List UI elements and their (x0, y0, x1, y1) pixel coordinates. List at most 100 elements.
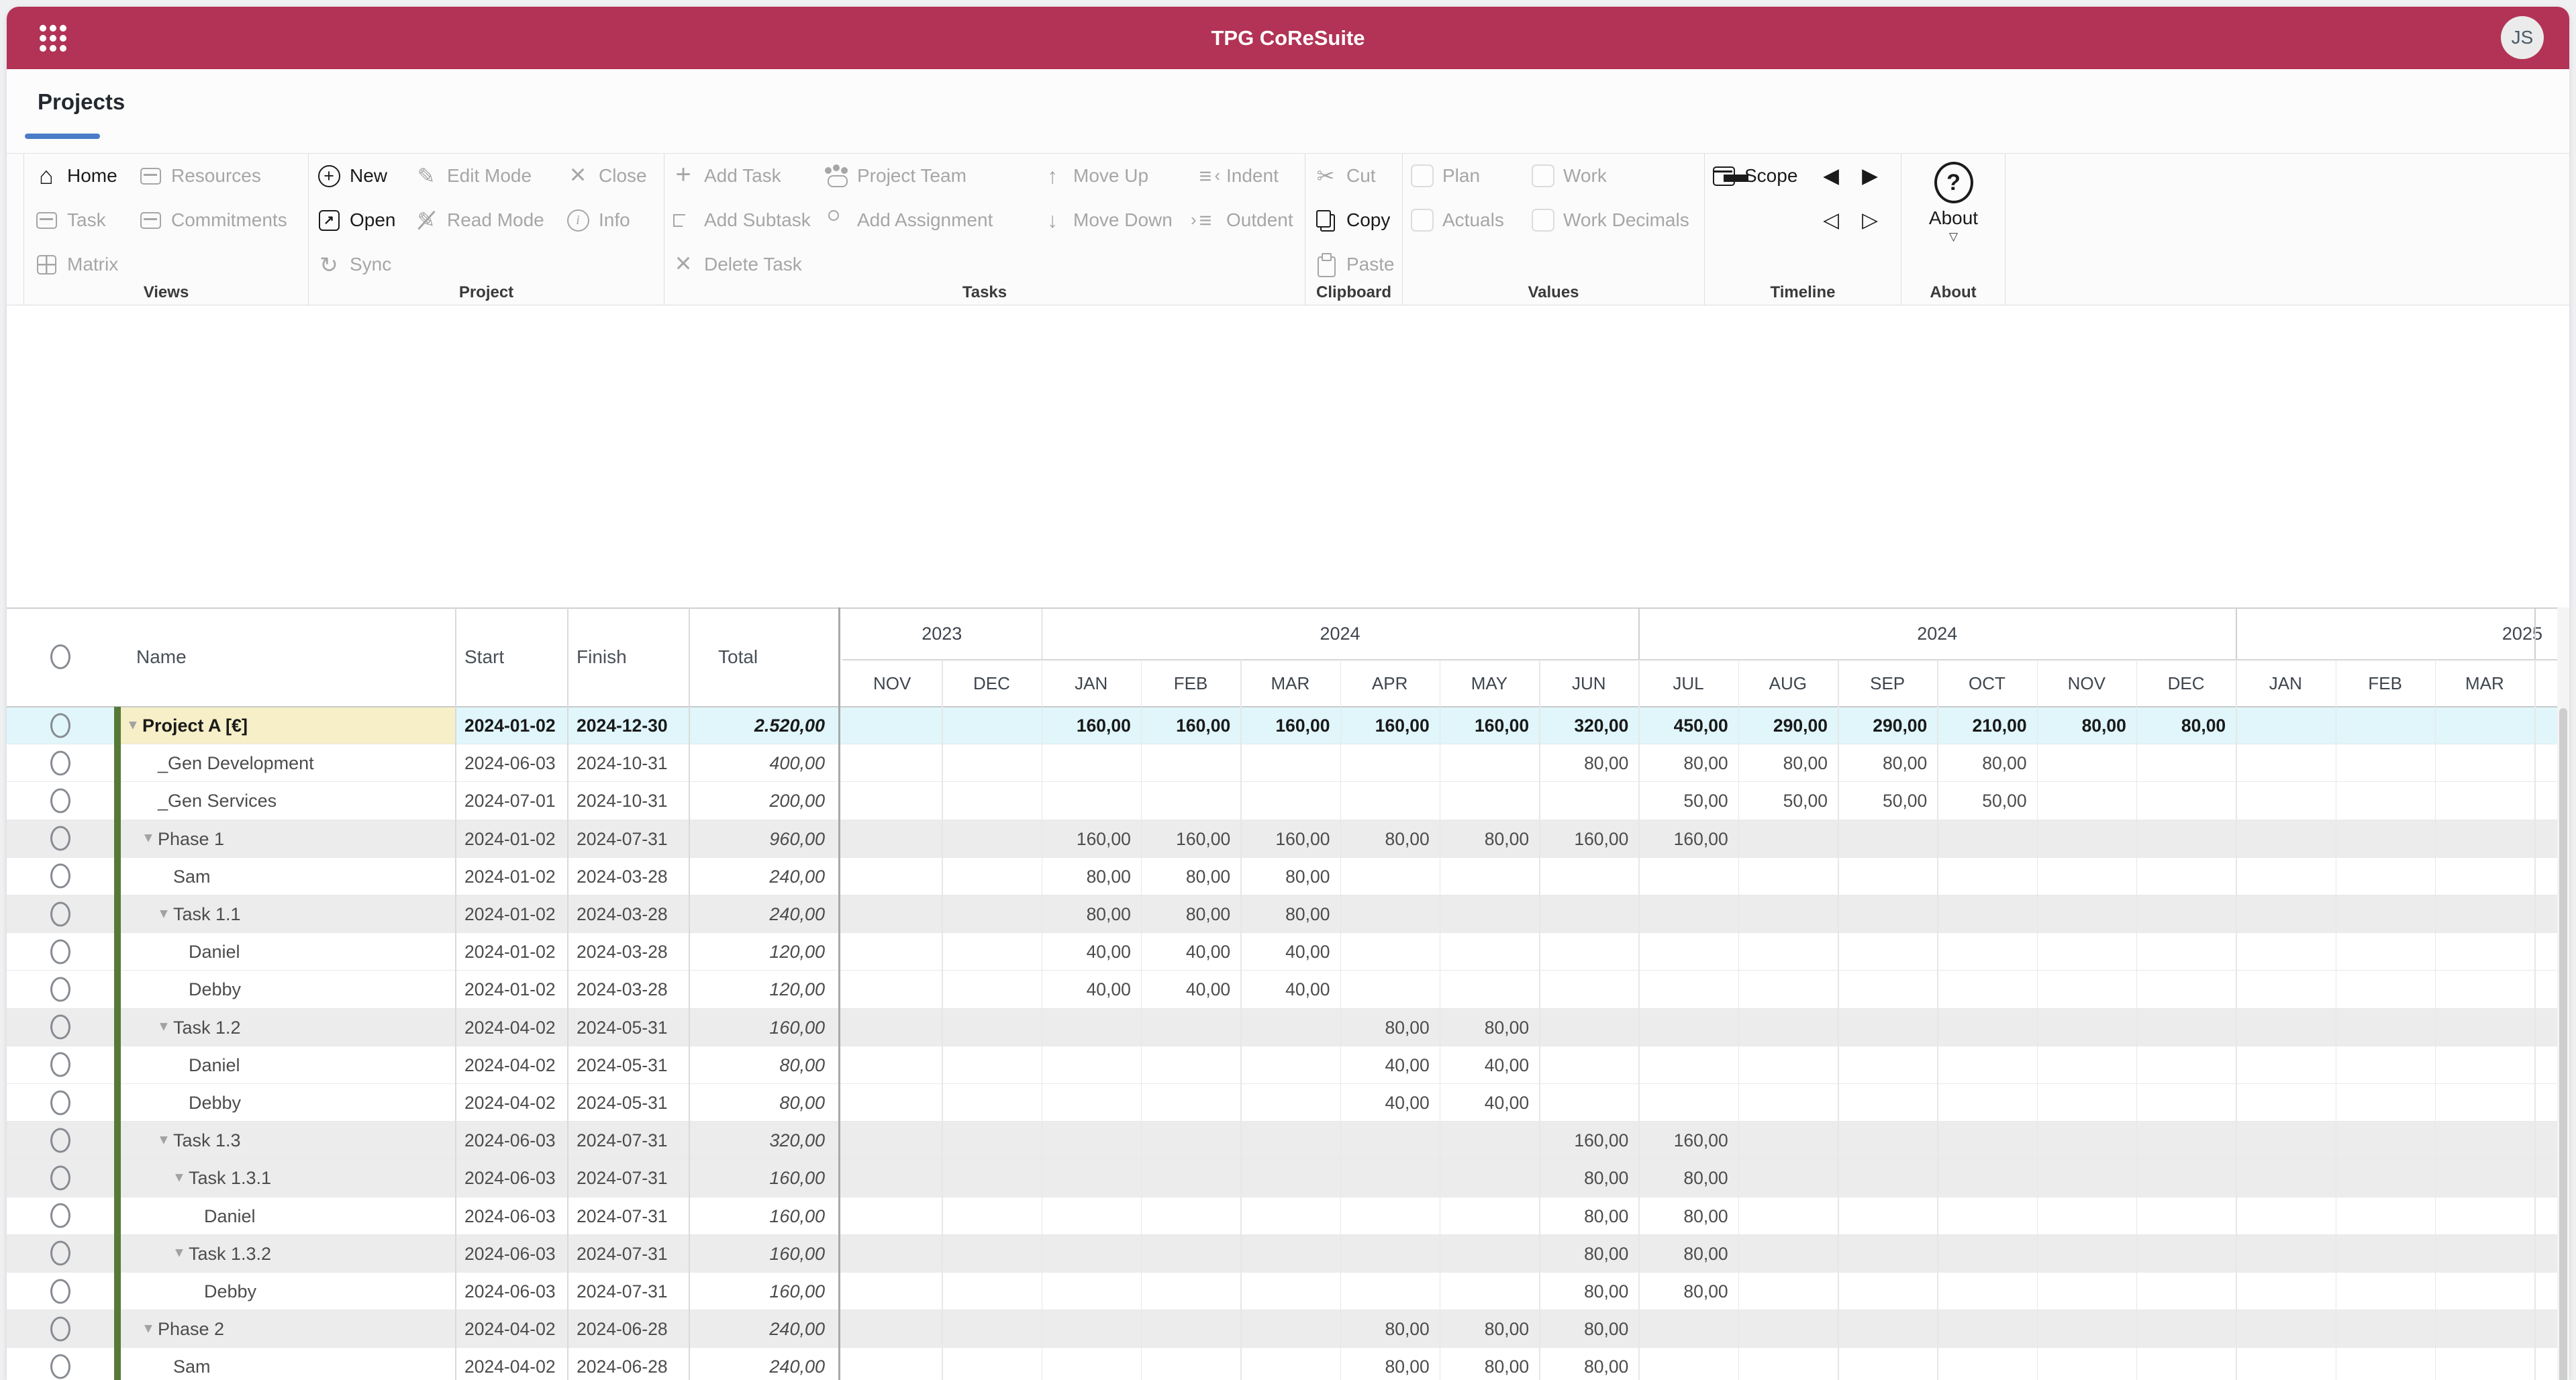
resources-view-button[interactable]: Resources (138, 154, 287, 198)
row-select-radio[interactable] (50, 1015, 70, 1040)
sync-project-button[interactable]: Sync (317, 242, 409, 287)
table-row[interactable]: Debby2024-04-022024-05-3180,0040,0040,00 (7, 1084, 2557, 1122)
collapse-toggle-icon[interactable]: ▼ (172, 1246, 186, 1261)
row-select-radio[interactable] (50, 750, 70, 775)
table-row[interactable]: _Gen Development2024-06-032024-10-31400,… (7, 744, 2557, 782)
row-select-radio[interactable] (50, 713, 70, 738)
add-assignment-button[interactable]: Add Assignment (824, 198, 1034, 242)
work-checkbox-item[interactable]: Work (1532, 154, 1689, 198)
select-all-radio[interactable] (50, 644, 70, 669)
move-up-button[interactable]: Move Up (1040, 154, 1187, 198)
commitments-view-button[interactable]: Commitments (138, 198, 287, 242)
table-row[interactable]: Debby2024-06-032024-07-31160,0080,0080,0… (7, 1273, 2557, 1310)
table-row[interactable]: _Gen Services2024-07-012024-10-31200,005… (7, 782, 2557, 820)
project-info-button[interactable]: Info (566, 198, 647, 242)
column-header-start[interactable]: Start (464, 607, 504, 707)
new-project-button[interactable]: New (317, 154, 409, 198)
pane-splitter[interactable] (838, 607, 840, 1380)
vertical-scrollbar-thumb[interactable] (2559, 708, 2567, 1380)
row-select-radio[interactable] (50, 1354, 70, 1379)
table-row[interactable]: Daniel2024-01-022024-03-28120,0040,0040,… (7, 933, 2557, 971)
column-header-total[interactable]: Total (718, 607, 758, 707)
edit-mode-button[interactable]: Edit Mode (414, 154, 561, 198)
table-row[interactable]: Sam2024-04-022024-06-28240,0080,0080,008… (7, 1348, 2557, 1380)
table-row[interactable]: ▼Task 1.22024-04-022024-05-31160,0080,00… (7, 1009, 2557, 1046)
work-checkbox[interactable] (1532, 164, 1554, 187)
project-team-button[interactable]: Project Team (824, 154, 1034, 198)
scope-button[interactable]: Scope (1712, 154, 1819, 198)
task-name: _Gen Development (158, 744, 314, 781)
row-select-radio[interactable] (50, 901, 70, 926)
column-header-name[interactable]: Name (136, 607, 187, 707)
row-select-radio[interactable] (50, 864, 70, 889)
timeline-step-left-button[interactable] (1819, 198, 1858, 242)
actuals-checkbox-item[interactable]: Actuals (1411, 198, 1532, 242)
home-button[interactable]: Home (34, 154, 138, 198)
row-select-radio[interactable] (50, 977, 70, 1001)
row-select-radio[interactable] (50, 1052, 70, 1077)
row-select-radio[interactable] (50, 1316, 70, 1341)
collapse-toggle-icon[interactable]: ▼ (157, 1132, 170, 1148)
table-row[interactable]: Debby2024-01-022024-03-28120,0040,0040,0… (7, 971, 2557, 1008)
row-select-radio[interactable] (50, 1090, 70, 1115)
paste-button[interactable]: Paste (1314, 242, 1395, 287)
collapse-toggle-icon[interactable]: ▼ (142, 1321, 155, 1336)
work-decimals-checkbox-item[interactable]: Work Decimals (1532, 198, 1689, 242)
read-mode-button[interactable]: Read Mode (414, 198, 561, 242)
row-select-radio[interactable] (50, 1279, 70, 1303)
plan-checkbox[interactable] (1411, 164, 1434, 187)
about-button[interactable]: About▽ (1901, 154, 2005, 244)
cut-button[interactable]: Cut (1314, 154, 1395, 198)
table-row[interactable]: ▼Phase 12024-01-022024-07-31960,00160,00… (7, 820, 2557, 858)
row-select-radio[interactable] (50, 1165, 70, 1190)
collapse-toggle-icon[interactable]: ▼ (157, 1020, 170, 1035)
actuals-checkbox[interactable] (1411, 209, 1434, 232)
close-project-button[interactable]: Close (566, 154, 647, 198)
table-row[interactable]: ▼Task 1.12024-01-022024-03-28240,0080,00… (7, 895, 2557, 933)
row-select-radio[interactable] (50, 788, 70, 813)
table-row[interactable]: ▼Task 1.32024-06-032024-07-31320,00160,0… (7, 1122, 2557, 1159)
vertical-scrollbar[interactable] (2557, 607, 2569, 1380)
collapse-toggle-icon[interactable]: ▼ (126, 718, 140, 733)
tab-projects[interactable]: Projects (38, 89, 125, 115)
row-select-radio[interactable] (50, 1203, 70, 1228)
copy-button[interactable]: Copy (1314, 198, 1395, 242)
table-row[interactable]: Daniel2024-06-032024-07-31160,0080,0080,… (7, 1197, 2557, 1235)
indent-button[interactable]: Indent (1193, 154, 1293, 198)
work-decimals-checkbox[interactable] (1532, 209, 1554, 232)
assign-icon (824, 208, 848, 232)
finish-date: 2024-03-28 (577, 858, 668, 895)
total-value: 80,00 (689, 1084, 825, 1121)
column-header-finish[interactable]: Finish (577, 607, 627, 707)
row-select-radio[interactable] (50, 939, 70, 964)
row-select-radio[interactable] (50, 1241, 70, 1266)
grid-line (1240, 660, 1242, 1380)
table-row[interactable]: ▼Task 1.3.22024-06-032024-07-31160,0080,… (7, 1235, 2557, 1273)
plan-checkbox-item[interactable]: Plan (1411, 154, 1532, 198)
month-value: 160,00 (1638, 820, 1728, 857)
task-view-button[interactable]: Task (34, 198, 138, 242)
collapse-toggle-icon[interactable]: ▼ (157, 906, 170, 922)
delete-task-button[interactable]: Delete Task (671, 242, 818, 287)
timeline-step-right-button[interactable] (1858, 198, 1897, 242)
table-row[interactable]: ▼Project A [€]2024-01-022024-12-302.520,… (7, 707, 2557, 744)
table-row[interactable]: ▼Task 1.3.12024-06-032024-07-31160,0080,… (7, 1159, 2557, 1197)
table-row[interactable]: Daniel2024-04-022024-05-3180,0040,0040,0… (7, 1046, 2557, 1084)
row-select-radio[interactable] (50, 826, 70, 851)
scope-label: Scope (1744, 165, 1797, 187)
collapse-toggle-icon[interactable]: ▼ (142, 831, 155, 846)
timeline-page-left-button[interactable] (1819, 154, 1858, 198)
add-task-button[interactable]: Add Task (671, 154, 818, 198)
task-name: Debby (204, 1273, 256, 1310)
row-select-radio[interactable] (50, 1128, 70, 1152)
matrix-view-button[interactable]: Matrix (34, 242, 138, 287)
add-subtask-button[interactable]: Add Subtask (671, 198, 818, 242)
table-row[interactable]: Sam2024-01-022024-03-28240,0080,0080,008… (7, 858, 2557, 895)
avatar[interactable]: JS (2501, 16, 2544, 59)
timeline-page-right-button[interactable] (1858, 154, 1897, 198)
table-row[interactable]: ▼Phase 22024-04-022024-06-28240,0080,008… (7, 1310, 2557, 1348)
open-project-button[interactable]: Open (317, 198, 409, 242)
collapse-toggle-icon[interactable]: ▼ (172, 1170, 186, 1185)
outdent-button[interactable]: Outdent (1193, 198, 1293, 242)
move-down-button[interactable]: Move Down (1040, 198, 1187, 242)
